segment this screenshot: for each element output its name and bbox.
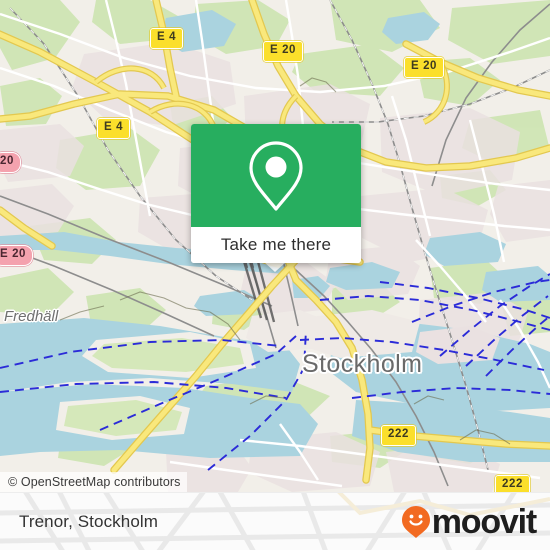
road-shield: E 20 [404,57,445,78]
road-shield: 20 [0,152,21,173]
moovit-wordmark: moovit [431,503,537,541]
take-me-there-button[interactable]: Take me there [191,227,361,263]
osm-attribution[interactable]: © OpenStreetMap contributors [0,472,187,492]
popup-icon-area [191,124,361,227]
road-shield: E 4 [97,118,131,139]
road-shield: E 4 [150,28,184,49]
footer-bar: Trenor, Stockholm moovit [0,492,550,550]
take-me-there-popup[interactable]: Take me there [191,124,361,263]
popup-pointer-tail [264,262,286,272]
place-name-label: Trenor, Stockholm [19,512,159,531]
moovit-logo[interactable]: moovit [401,503,537,541]
road-shield: 222 [495,475,530,492]
map-pin-icon [248,140,304,212]
moovit-smiley-pin-icon [401,505,431,539]
road-shield: E 20 [263,41,304,62]
road-shield: E 20 [0,245,34,266]
road-shield: 222 [381,425,416,446]
moovit-map-screenshot: Stockholm Fredhäll E 4E 20 E 20 E 4 20 E 20 2… [0,0,550,550]
